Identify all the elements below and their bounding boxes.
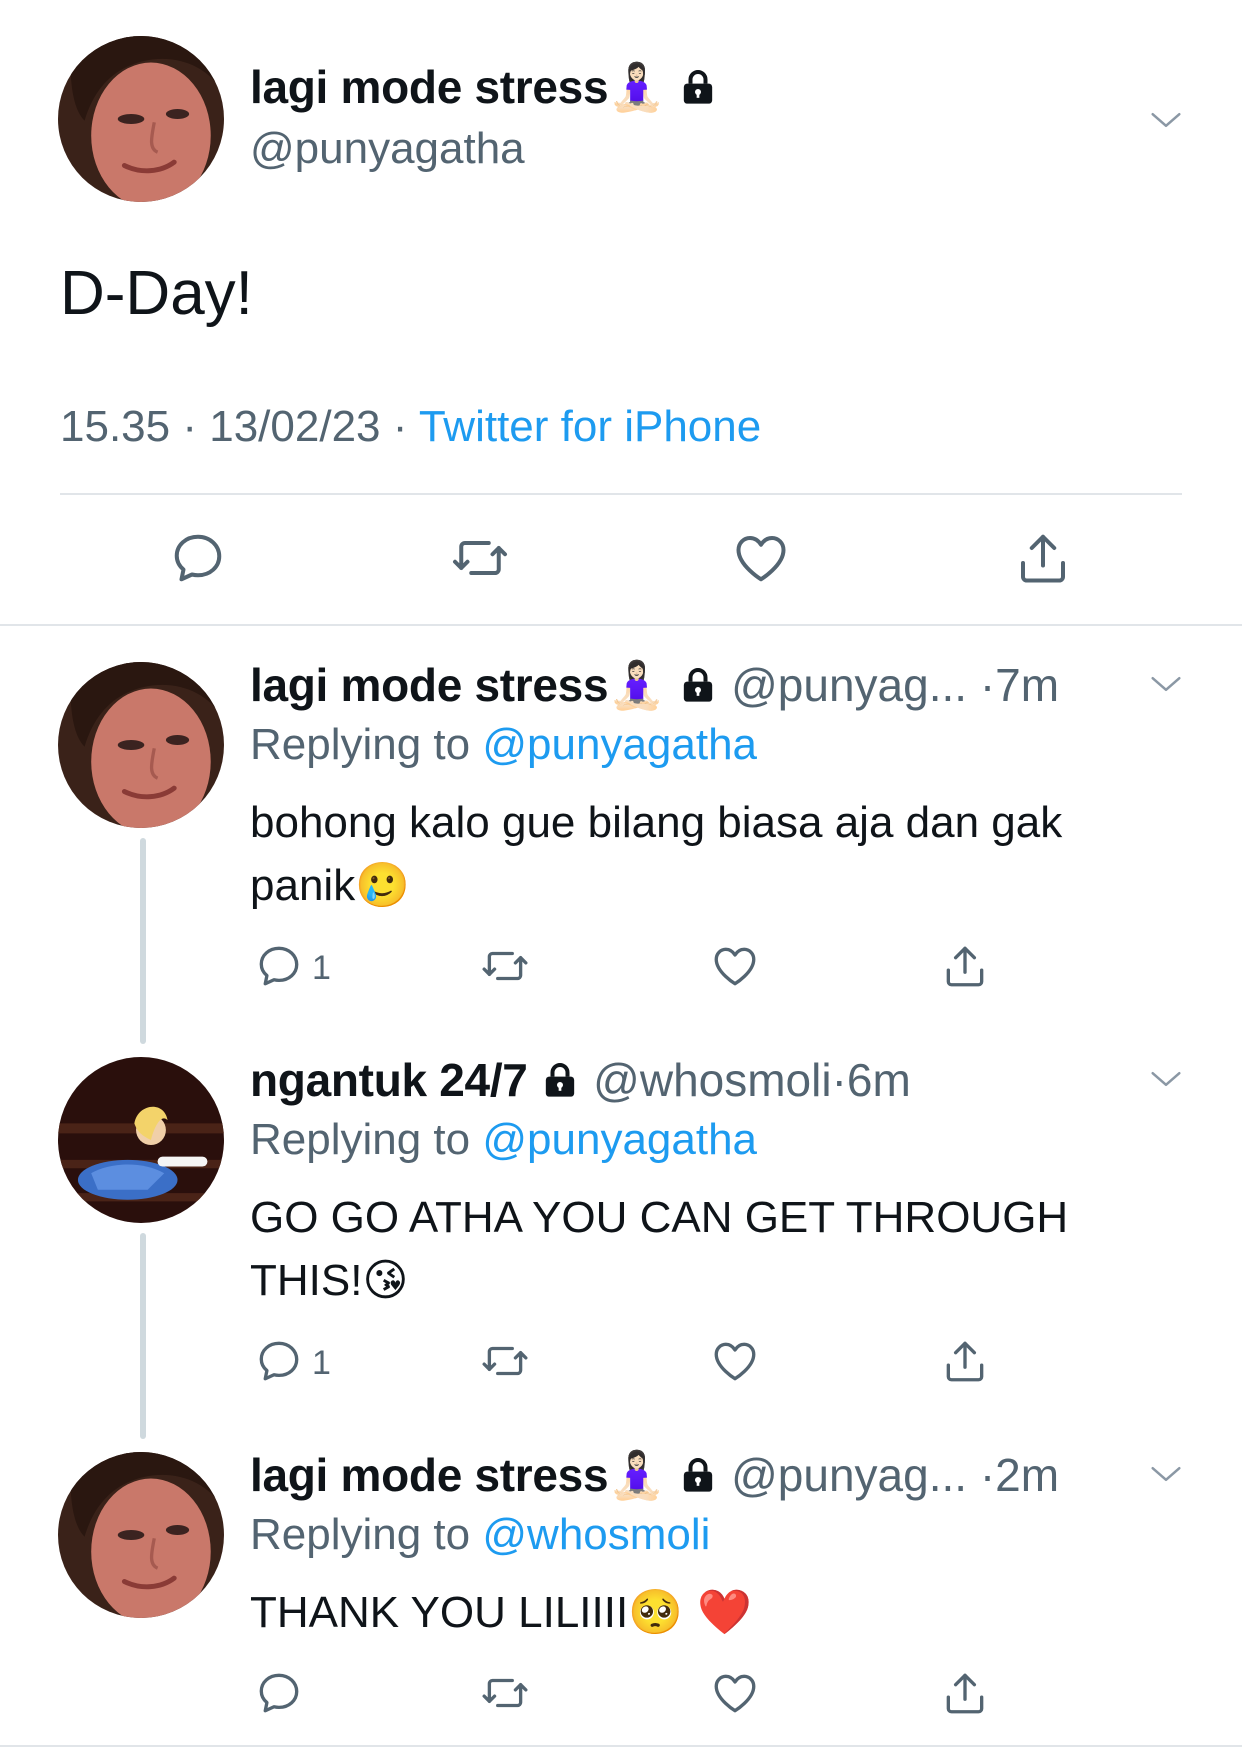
main-tweet-author-name[interactable]: lagi mode stress🧘🏻‍♀️: [250, 60, 718, 115]
heart-icon[interactable]: [710, 1336, 760, 1386]
reply-text-body: THANK YOU LILIIII: [250, 1588, 629, 1637]
lock-icon: [540, 1060, 580, 1100]
time-separator: ·: [831, 1054, 847, 1106]
reply-actions: 1: [0, 941, 1242, 995]
reply-time: 7m: [995, 659, 1060, 711]
main-tweet-actions: [0, 528, 1242, 592]
replying-to: Replying to @whosmoli: [250, 1510, 710, 1560]
meta-separator: ·: [182, 402, 197, 451]
reply-handle[interactable]: @punyag...: [731, 659, 967, 711]
mention-link[interactable]: @whosmoli: [482, 1510, 710, 1559]
reply-count: 1: [312, 1344, 331, 1382]
retweet-icon[interactable]: [450, 528, 510, 588]
reply-text: GO GO ATHA YOU CAN GET THROUGH THIS!😘: [250, 1186, 1150, 1312]
reply-author-name[interactable]: lagi mode stress: [250, 1449, 609, 1501]
chevron-down-icon[interactable]: [1146, 1454, 1186, 1494]
share-icon[interactable]: [940, 941, 990, 991]
reply-time: 2m: [995, 1449, 1060, 1501]
divider: [0, 1745, 1242, 1747]
replying-prefix: Replying to: [250, 1510, 471, 1559]
time-separator: ·: [979, 1449, 996, 1501]
heart-icon[interactable]: [710, 941, 760, 991]
reply-actions: [0, 1668, 1242, 1722]
tweet-time: 15.35: [60, 402, 171, 451]
chevron-down-icon[interactable]: [1146, 1059, 1186, 1099]
retweet-icon[interactable]: [480, 1668, 530, 1718]
display-name-emoji: 🧘🏻‍♀️: [608, 60, 666, 114]
reply-handle[interactable]: @punyag...: [731, 1449, 967, 1501]
divider: [0, 624, 1242, 626]
lock-icon: [678, 665, 718, 705]
reply-actions: 1: [0, 1336, 1242, 1390]
main-tweet-handle[interactable]: @punyagatha: [250, 124, 525, 174]
main-tweet-meta: 15.35 · 13/02/23 · Twitter for iPhone: [60, 402, 761, 452]
reply-author-name[interactable]: lagi mode stress: [250, 659, 609, 711]
share-icon[interactable]: [1013, 528, 1073, 588]
time-separator: ·: [979, 659, 996, 711]
reply-text-emoji: 🥺 ❤️: [628, 1587, 752, 1638]
retweet-icon[interactable]: [480, 941, 530, 991]
reply-text-emoji: 🥲: [355, 860, 410, 911]
retweet-icon[interactable]: [480, 1336, 530, 1386]
reply-text: bohong kalo gue bilang biasa aja dan gak…: [250, 791, 1150, 917]
reply-count: 1: [312, 949, 331, 987]
mention-link[interactable]: @punyagatha: [482, 720, 757, 769]
reply-handle[interactable]: @whosmoli: [593, 1054, 831, 1106]
display-name-emoji: 🧘🏻‍♀️: [608, 658, 666, 712]
replying-to: Replying to @punyagatha: [250, 720, 757, 770]
reply-header: lagi mode stress🧘🏻‍♀️ @punyag... ·7m: [250, 658, 1059, 713]
reply-header: lagi mode stress🧘🏻‍♀️ @punyag... ·2m: [250, 1448, 1059, 1503]
lock-icon: [678, 67, 718, 107]
reply-bubble-icon[interactable]: [254, 1336, 304, 1386]
heart-icon[interactable]: [710, 1668, 760, 1718]
reply-text-emoji: 😘: [362, 1255, 409, 1306]
reply-bubble-icon[interactable]: [254, 1668, 304, 1718]
reply-time: 6m: [846, 1054, 911, 1106]
chevron-down-icon[interactable]: [1146, 664, 1186, 704]
display-name-emoji: 🧘🏻‍♀️: [608, 1448, 666, 1502]
main-tweet-avatar[interactable]: [58, 36, 224, 202]
reply-avatar[interactable]: [58, 1057, 224, 1223]
replying-prefix: Replying to: [250, 720, 471, 769]
reply-bubble-icon[interactable]: [254, 941, 304, 991]
chevron-down-icon[interactable]: [1146, 100, 1186, 140]
reply-text: THANK YOU LILIIII🥺 ❤️: [250, 1581, 1150, 1644]
display-name: lagi mode stress: [250, 61, 609, 113]
mention-link[interactable]: @punyagatha: [482, 1115, 757, 1164]
reply-avatar[interactable]: [58, 1452, 224, 1618]
tweet-source-link[interactable]: Twitter for iPhone: [419, 402, 761, 451]
lock-icon: [678, 1455, 718, 1495]
reply-bubble-icon[interactable]: [168, 528, 228, 588]
share-icon[interactable]: [940, 1668, 990, 1718]
replying-prefix: Replying to: [250, 1115, 471, 1164]
reply-header: ngantuk 24/7 @whosmoli·6m: [250, 1053, 911, 1107]
divider: [60, 493, 1182, 495]
share-icon[interactable]: [940, 1336, 990, 1386]
main-tweet-text: D-Day!: [60, 259, 253, 328]
meta-separator: ·: [392, 402, 408, 451]
reply-author-name[interactable]: ngantuk 24/7: [250, 1054, 528, 1106]
replying-to: Replying to @punyagatha: [250, 1115, 757, 1165]
reply-avatar[interactable]: [58, 662, 224, 828]
heart-icon[interactable]: [731, 528, 791, 588]
tweet-date: 13/02/23: [209, 402, 381, 451]
